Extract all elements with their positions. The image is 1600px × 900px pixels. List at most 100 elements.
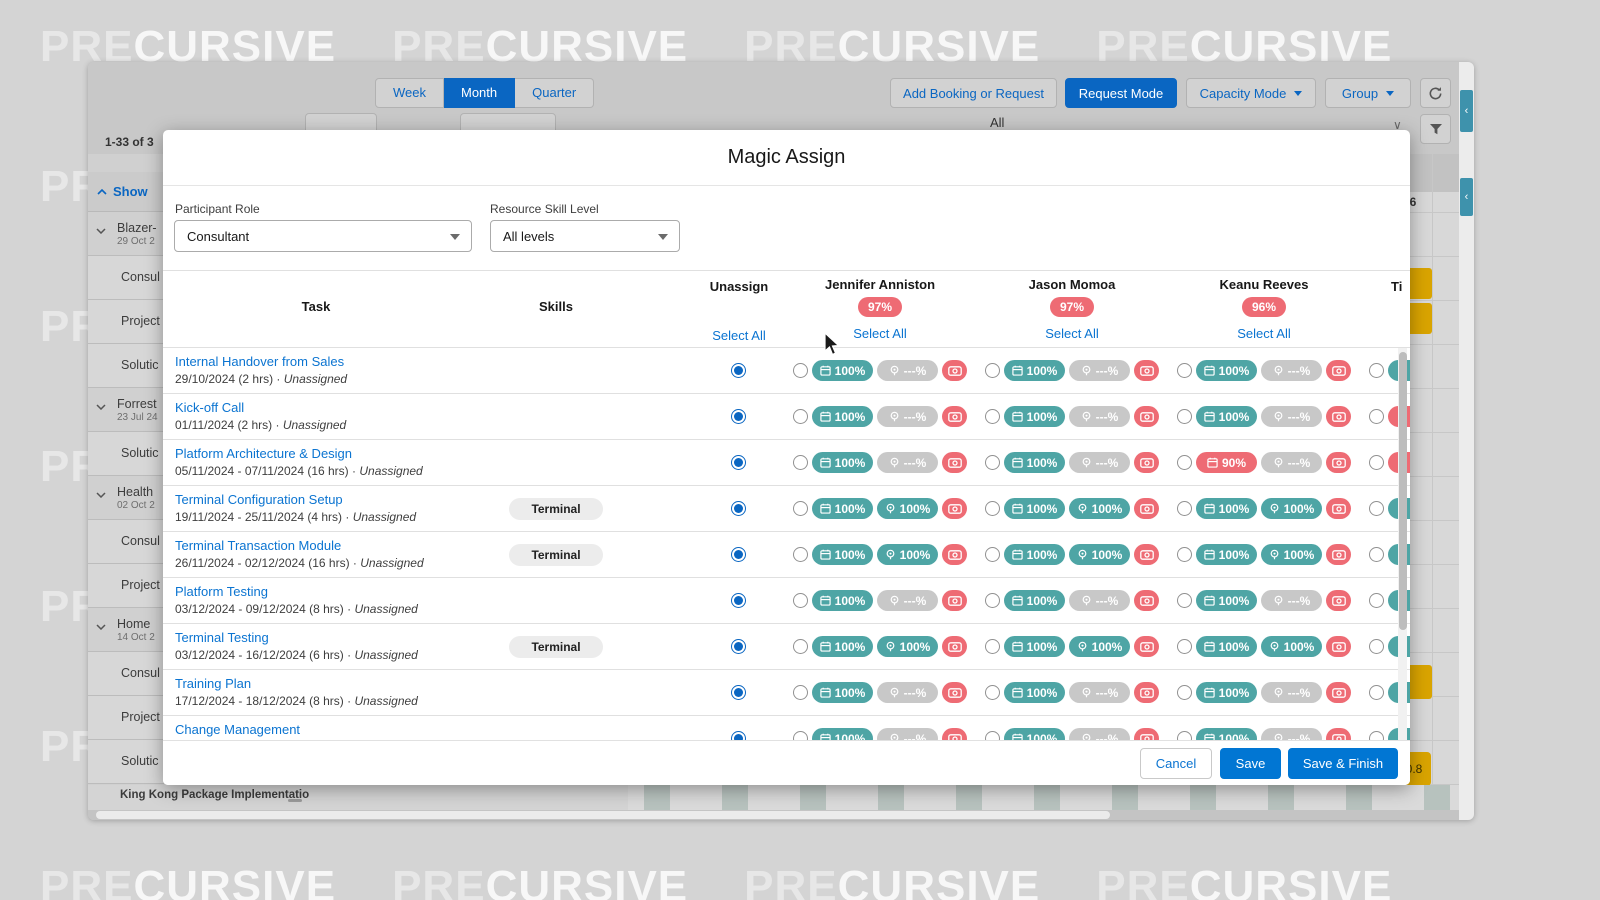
unassign-radio[interactable] xyxy=(731,593,746,608)
assign-radio[interactable] xyxy=(985,547,1000,562)
assign-radio[interactable] xyxy=(1369,731,1384,740)
unassign-radio[interactable] xyxy=(731,501,746,516)
assign-radio[interactable] xyxy=(793,501,808,516)
assign-radio[interactable] xyxy=(1369,409,1384,424)
add-booking-button[interactable]: Add Booking or Request xyxy=(890,78,1057,108)
assign-radio[interactable] xyxy=(985,409,1000,424)
horizontal-scrollbar[interactable] xyxy=(88,810,1474,820)
assign-radio[interactable] xyxy=(793,547,808,562)
select-all-link[interactable]: Select All xyxy=(787,326,973,341)
task-link[interactable]: Platform Architecture & Design xyxy=(175,446,352,461)
person-column-header: Jason Momoa 97% Select All xyxy=(979,277,1165,341)
assign-radio[interactable] xyxy=(793,731,808,740)
vertical-scrollbar[interactable] xyxy=(1398,348,1407,740)
sidebar-project-row[interactable]: Project xyxy=(88,300,164,344)
task-link[interactable]: Training Plan xyxy=(175,676,251,691)
task-link[interactable]: Internal Handover from Sales xyxy=(175,354,344,369)
task-link[interactable]: Platform Testing xyxy=(175,584,268,599)
unassign-radio[interactable] xyxy=(731,409,746,424)
task-link[interactable]: Kick-off Call xyxy=(175,400,244,415)
collapse-panel-handle[interactable]: ‹ xyxy=(1460,90,1473,132)
rate-icon xyxy=(1140,458,1154,468)
assign-radio[interactable] xyxy=(1369,455,1384,470)
assign-radio[interactable] xyxy=(793,455,808,470)
sidebar-project-row[interactable]: Project xyxy=(88,696,164,740)
chevron-down-icon xyxy=(658,234,668,240)
assign-radio[interactable] xyxy=(1177,409,1192,424)
unassign-radio[interactable] xyxy=(731,547,746,562)
skill-icon xyxy=(1081,365,1092,376)
sidebar-project-row[interactable]: Consul xyxy=(88,520,164,564)
unassign-radio[interactable] xyxy=(731,685,746,700)
refresh-button[interactable] xyxy=(1420,78,1451,108)
assign-radio[interactable] xyxy=(1369,639,1384,654)
skill-level-select[interactable]: All levels xyxy=(490,220,680,252)
sidebar-project-row[interactable]: Solutic xyxy=(88,432,164,476)
calendar-icon xyxy=(820,549,831,560)
sidebar-project-row[interactable]: Project xyxy=(88,564,164,608)
assign-radio[interactable] xyxy=(985,363,1000,378)
assign-radio[interactable] xyxy=(1177,455,1192,470)
assign-radio[interactable] xyxy=(1369,501,1384,516)
assign-radio[interactable] xyxy=(793,593,808,608)
filter-button[interactable] xyxy=(1420,114,1451,144)
sidebar-project-row[interactable]: Forrest 23 Jul 24 xyxy=(88,388,164,432)
task-link[interactable]: Terminal Configuration Setup xyxy=(175,492,343,507)
save-button[interactable]: Save xyxy=(1220,748,1281,779)
scrollbar-thumb[interactable] xyxy=(96,811,1110,819)
unassign-radio[interactable] xyxy=(731,363,746,378)
sidebar-project-row[interactable]: Consul xyxy=(88,256,164,300)
sidebar-project-row[interactable]: Blazer- 29 Oct 2 xyxy=(88,212,164,256)
select-all-link[interactable]: Select All xyxy=(1171,326,1357,341)
assign-radio[interactable] xyxy=(793,685,808,700)
collapse-panel-handle[interactable]: ‹ xyxy=(1460,178,1473,216)
task-link[interactable]: Terminal Transaction Module xyxy=(175,538,341,553)
task-table-scroll-area[interactable]: Internal Handover from Sales 29/10/2024 … xyxy=(163,348,1410,740)
select-all-link[interactable]: Select All xyxy=(979,326,1165,341)
sidebar-project-row[interactable]: Health 02 Oct 2 xyxy=(88,476,164,520)
assign-radio[interactable] xyxy=(985,455,1000,470)
sidebar-project-row[interactable]: Solutic xyxy=(88,344,164,388)
view-tab-month[interactable]: Month xyxy=(444,78,515,108)
assign-radio[interactable] xyxy=(985,501,1000,516)
assign-radio[interactable] xyxy=(793,409,808,424)
save-finish-button[interactable]: Save & Finish xyxy=(1288,748,1398,779)
unassign-radio[interactable] xyxy=(731,455,746,470)
assign-radio[interactable] xyxy=(1369,685,1384,700)
assign-radio[interactable] xyxy=(793,363,808,378)
assign-radio[interactable] xyxy=(985,685,1000,700)
sidebar-project-row[interactable]: Home 14 Oct 2 xyxy=(88,608,164,652)
request-mode-button[interactable]: Request Mode xyxy=(1065,78,1177,108)
skill-match-pill: ---% xyxy=(1069,452,1130,473)
assign-radio[interactable] xyxy=(1177,363,1192,378)
assign-radio[interactable] xyxy=(1177,639,1192,654)
view-tab-quarter[interactable]: Quarter xyxy=(515,78,594,108)
assign-radio[interactable] xyxy=(1369,593,1384,608)
gantt-gridline xyxy=(1410,564,1459,565)
capacity-mode-button[interactable]: Capacity Mode xyxy=(1186,78,1316,108)
sidebar-project-row[interactable]: Consul xyxy=(88,652,164,696)
sidebar-show-toggle[interactable]: Show xyxy=(88,172,164,212)
assign-radio[interactable] xyxy=(1177,731,1192,740)
assign-radio[interactable] xyxy=(985,731,1000,740)
assign-radio[interactable] xyxy=(1177,501,1192,516)
participant-role-select[interactable]: Consultant xyxy=(174,220,472,252)
assign-radio[interactable] xyxy=(1177,547,1192,562)
unassign-radio[interactable] xyxy=(731,731,746,740)
scrollbar-thumb[interactable] xyxy=(1399,352,1407,630)
view-tab-week[interactable]: Week xyxy=(375,78,444,108)
task-link[interactable]: Terminal Testing xyxy=(175,630,269,645)
task-link[interactable]: Change Management xyxy=(175,722,300,737)
sidebar-project-row[interactable]: Solutic xyxy=(88,740,164,784)
assign-radio[interactable] xyxy=(1177,593,1192,608)
assign-radio[interactable] xyxy=(1177,685,1192,700)
assign-radio[interactable] xyxy=(1369,547,1384,562)
unassign-radio[interactable] xyxy=(731,639,746,654)
cancel-button[interactable]: Cancel xyxy=(1140,748,1212,779)
all-filter-value[interactable]: All xyxy=(990,115,1004,130)
assign-radio[interactable] xyxy=(985,639,1000,654)
assign-radio[interactable] xyxy=(985,593,1000,608)
group-button[interactable]: Group xyxy=(1325,78,1411,108)
assign-radio[interactable] xyxy=(793,639,808,654)
assign-radio[interactable] xyxy=(1369,363,1384,378)
